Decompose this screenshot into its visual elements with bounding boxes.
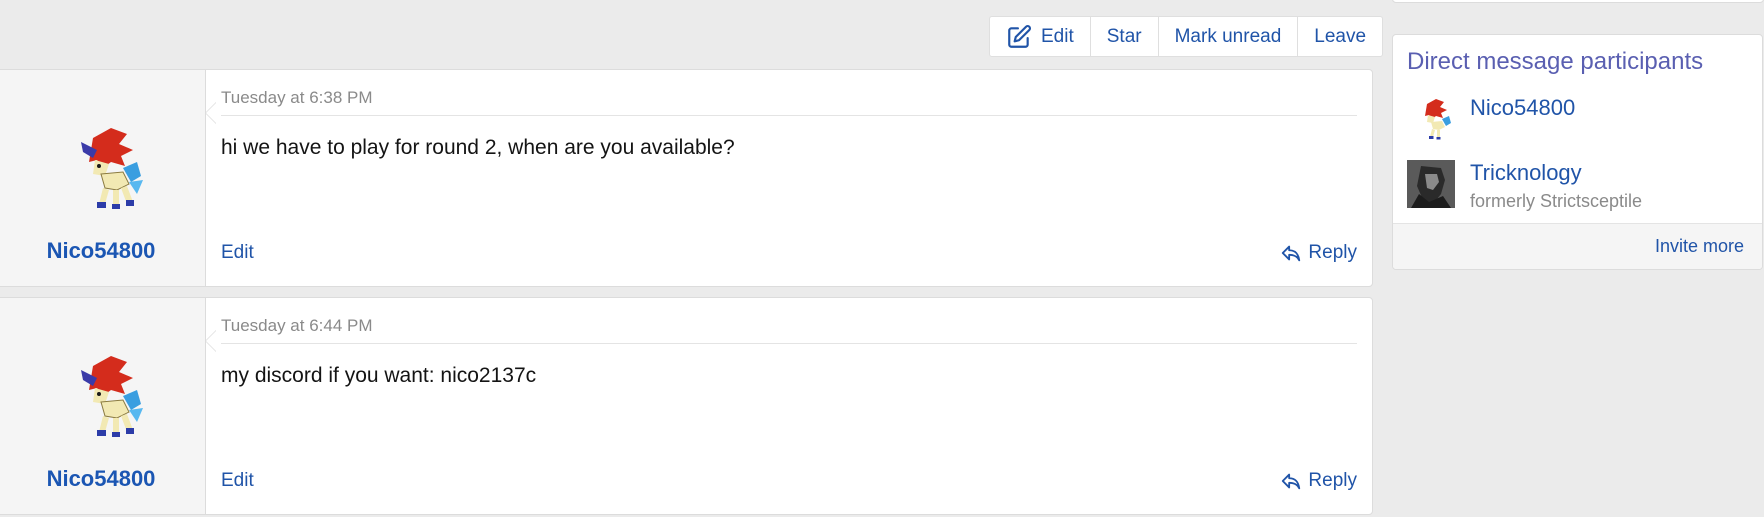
message-username[interactable]: Nico54800 (47, 238, 156, 264)
reply-icon (1282, 245, 1301, 262)
participant-name[interactable]: Tricknology (1470, 160, 1642, 186)
sidebar-title: Direct message participants (1407, 48, 1704, 75)
participant-subtitle: formerly Strictsceptile (1470, 191, 1643, 211)
message-body: Tuesday at 6:38 PM hi we have to play fo… (206, 70, 1372, 286)
reply-label: Reply (1308, 470, 1357, 491)
invite-more-link[interactable]: Invite more (1655, 236, 1744, 257)
participant-info: Tricknology formerly Strictsceptile (1470, 160, 1642, 212)
reply-button[interactable]: Reply (1280, 242, 1357, 264)
message-text: hi we have to play for round 2, when are… (221, 136, 735, 159)
conversation-page: Edit Star Mark unread Leave Nico54800 Tu… (0, 0, 1764, 517)
sidebar-previous-block (1392, 0, 1764, 3)
participant-item: Tricknology formerly Strictsceptile (1407, 160, 1642, 212)
message-user-cell: Nico54800 (0, 298, 216, 514)
message-timestamp[interactable]: Tuesday at 6:38 PM (221, 88, 1357, 116)
participant-item: Nico54800 (1407, 95, 1575, 143)
mark-unread-label: Mark unread (1174, 25, 1282, 47)
message: Nico54800 Tuesday at 6:44 PM my discord … (0, 297, 1373, 515)
message-footer: Edit Reply (221, 470, 1357, 492)
participant-info: Nico54800 (1470, 95, 1575, 143)
reply-icon (1282, 473, 1301, 490)
message-text: my discord if you want: nico2137c (221, 364, 537, 387)
edit-message-link[interactable]: Edit (221, 242, 254, 264)
dark-figure-avatar[interactable] (1407, 160, 1455, 208)
star-label: Star (1106, 25, 1142, 47)
participant-name[interactable]: Nico54800 (1470, 95, 1575, 121)
star-button[interactable]: Star (1089, 17, 1158, 56)
message-user-cell: Nico54800 (0, 70, 216, 286)
conversation-actions: Edit Star Mark unread Leave (989, 16, 1384, 57)
message-timestamp[interactable]: Tuesday at 6:44 PM (221, 316, 1357, 344)
edit-icon (1008, 24, 1031, 48)
reply-label: Reply (1308, 242, 1357, 263)
message-username[interactable]: Nico54800 (47, 466, 156, 492)
message-footer: Edit Reply (221, 242, 1357, 264)
message-body: Tuesday at 6:44 PM my discord if you wan… (206, 298, 1372, 514)
leave-button[interactable]: Leave (1297, 17, 1382, 56)
participants-sidebar: Direct message participants Nico54800 Tr… (1392, 34, 1763, 270)
edit-conversation-button[interactable]: Edit (990, 17, 1090, 56)
leave-label: Leave (1314, 25, 1367, 47)
message: Nico54800 Tuesday at 6:38 PM hi we have … (0, 69, 1373, 287)
mark-unread-button[interactable]: Mark unread (1157, 17, 1298, 56)
keldeo-sprite-icon[interactable] (53, 120, 149, 216)
keldeo-sprite-icon[interactable] (1407, 95, 1455, 143)
edit-label: Edit (1041, 25, 1074, 47)
sidebar-footer: Invite more (1393, 223, 1762, 269)
edit-message-link[interactable]: Edit (221, 470, 254, 492)
keldeo-sprite-icon[interactable] (53, 348, 149, 444)
reply-button[interactable]: Reply (1280, 470, 1357, 492)
